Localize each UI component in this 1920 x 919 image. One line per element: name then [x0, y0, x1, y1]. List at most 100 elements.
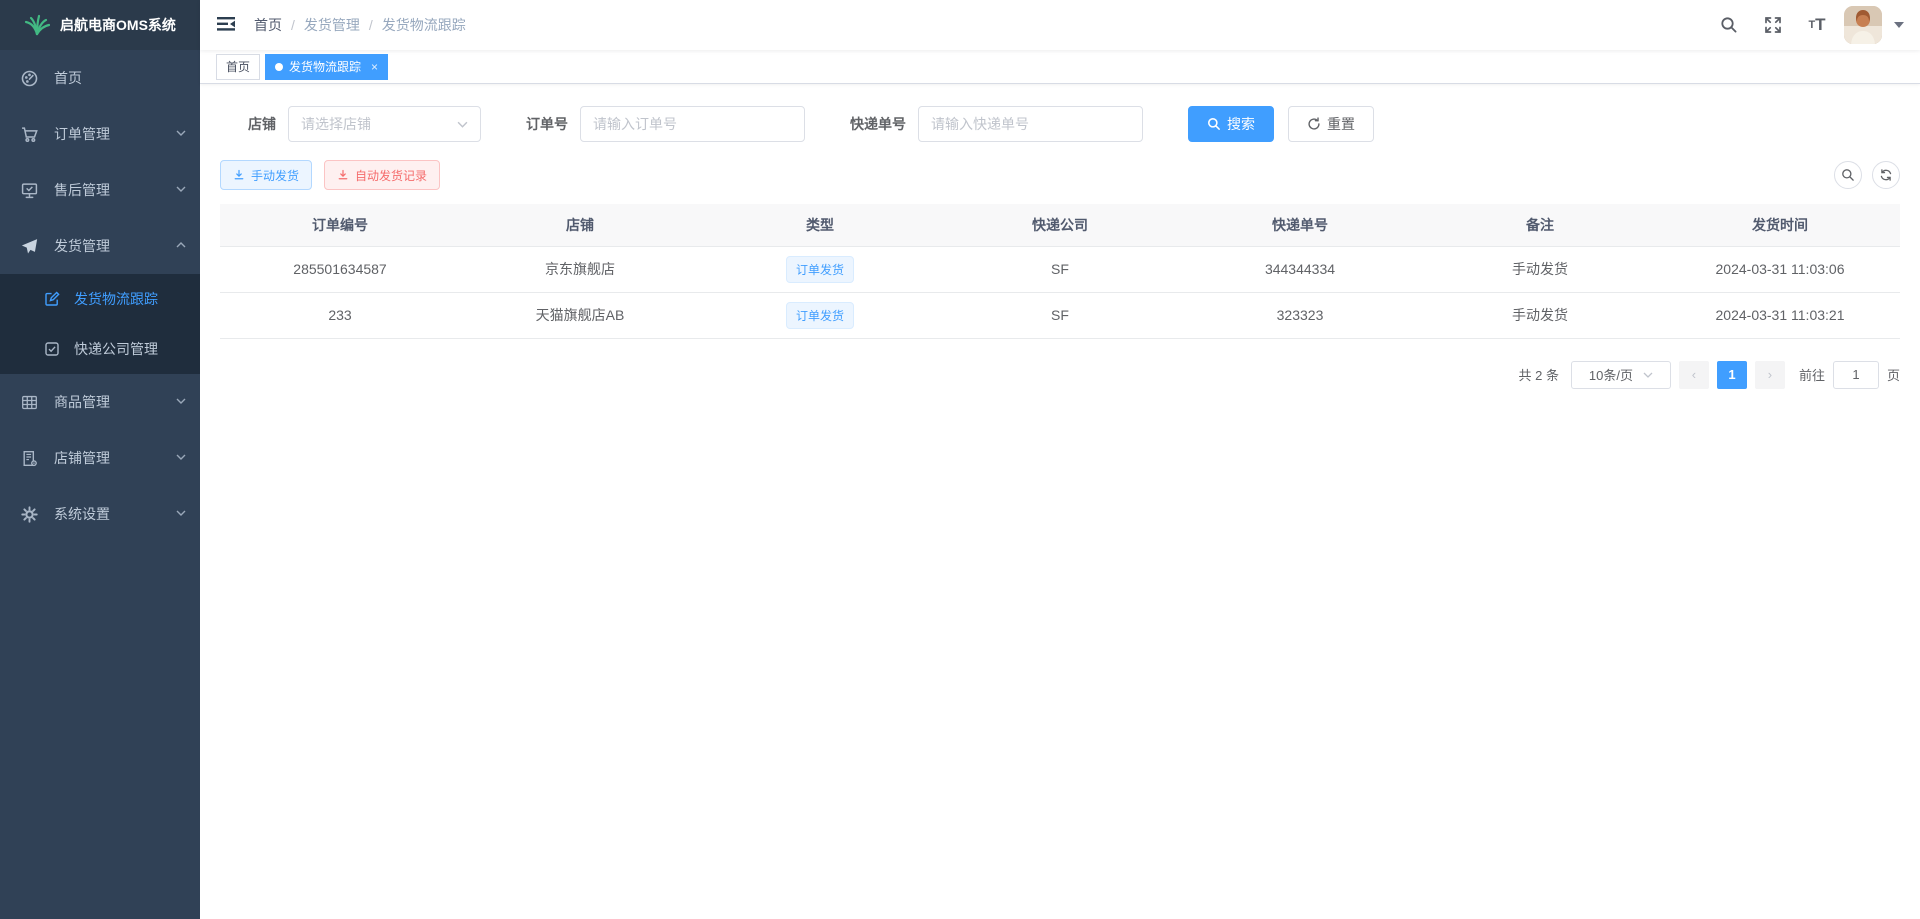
col-courier: 快递公司 — [940, 204, 1180, 246]
cell-courier: SF — [940, 292, 1180, 338]
cell-type: 订单发货 — [700, 246, 940, 292]
cell-ship-time: 2024-03-31 11:03:21 — [1660, 292, 1900, 338]
reset-button[interactable]: 重置 — [1288, 106, 1374, 142]
shipping-table: 订单编号 店铺 类型 快递公司 快递单号 备注 发货时间 28550163458… — [220, 204, 1900, 339]
dashboard-icon — [20, 69, 38, 87]
sidebar-item-aftersale[interactable]: 售后管理 — [0, 162, 200, 218]
sidebar-item-settings[interactable]: 系统设置 — [0, 486, 200, 542]
header-search-icon[interactable] — [1712, 8, 1746, 42]
cell-courier: SF — [940, 246, 1180, 292]
sidebar-item-label: 发货管理 — [54, 236, 110, 256]
chevron-up-icon — [176, 242, 186, 248]
cell-remark: 手动发货 — [1420, 246, 1660, 292]
tag-label: 首页 — [226, 58, 250, 75]
chevron-down-icon — [1643, 372, 1653, 378]
next-page-button[interactable]: › — [1755, 361, 1785, 389]
sidebar-item-label: 售后管理 — [54, 180, 110, 200]
col-tracking-no: 快递单号 — [1180, 204, 1420, 246]
search-icon — [1207, 117, 1221, 131]
sidebar-item-label: 商品管理 — [54, 392, 110, 412]
app-title: 启航电商OMS系统 — [60, 15, 176, 35]
filter-form: 店铺 请选择店铺 订单号 快递单号 — [248, 106, 1900, 142]
table-row[interactable]: 285501634587 京东旗舰店 订单发货 SF 344344334 手动发… — [220, 246, 1900, 292]
breadcrumb-item-home[interactable]: 首页 — [254, 15, 282, 35]
edit-icon — [44, 291, 60, 307]
col-shop: 店铺 — [460, 204, 700, 246]
logo-plant-icon — [24, 14, 50, 36]
cart-icon — [20, 125, 38, 143]
sidebar-item-goods[interactable]: 商品管理 — [0, 374, 200, 430]
tracking-no-filter-label: 快递单号 — [850, 114, 906, 134]
checkbox-icon — [44, 341, 60, 357]
page-number-button[interactable]: 1 — [1717, 361, 1747, 389]
breadcrumb-separator: / — [291, 17, 295, 33]
download-icon — [337, 169, 349, 181]
breadcrumb-separator: / — [369, 17, 373, 33]
chevron-down-icon — [176, 186, 186, 192]
shop-select-placeholder: 请选择店铺 — [301, 114, 371, 134]
sidebar-subitem-label: 快递公司管理 — [74, 339, 158, 359]
chevron-down-icon — [176, 510, 186, 516]
order-no-input[interactable] — [580, 106, 805, 142]
font-size-icon[interactable]: TT — [1800, 8, 1834, 42]
col-order-no: 订单编号 — [220, 204, 460, 246]
breadcrumb-item-shipping: 发货管理 — [304, 15, 360, 35]
search-button-label: 搜索 — [1227, 114, 1255, 134]
sidebar-subitem-courier-company[interactable]: 快递公司管理 — [0, 324, 200, 374]
manual-ship-label: 手动发货 — [251, 167, 299, 184]
tag-close-icon[interactable]: × — [371, 60, 378, 74]
table-header-row: 订单编号 店铺 类型 快递公司 快递单号 备注 发货时间 — [220, 204, 1900, 246]
cell-shop: 天猫旗舰店AB — [460, 292, 700, 338]
cell-type: 订单发货 — [700, 292, 940, 338]
auto-ship-log-button[interactable]: 自动发货记录 — [324, 160, 440, 190]
send-icon — [20, 237, 38, 255]
sidebar-subitem-logistics-tracking[interactable]: 发货物流跟踪 — [0, 274, 200, 324]
page-content: 店铺 请选择店铺 订单号 快递单号 — [200, 84, 1920, 409]
sidebar-item-home[interactable]: 首页 — [0, 50, 200, 106]
navbar-right: TT — [1712, 6, 1904, 44]
tag-home[interactable]: 首页 — [216, 54, 260, 80]
sidebar: 启航电商OMS系统 首页 订单管理 — [0, 0, 200, 919]
sidebar-item-label: 店铺管理 — [54, 448, 110, 468]
sidebar-item-shops[interactable]: 店铺管理 — [0, 430, 200, 486]
sidebar-item-shipping[interactable]: 发货管理 — [0, 218, 200, 274]
goto-label: 前往 — [1799, 365, 1825, 384]
avatar[interactable] — [1844, 6, 1882, 44]
tag-label: 发货物流跟踪 — [289, 58, 361, 75]
chevron-down-icon — [176, 398, 186, 404]
aftersale-icon — [20, 181, 38, 199]
page-size-select[interactable]: 10条/页 — [1571, 361, 1671, 389]
goto-page-group: 前往 页 — [1799, 361, 1900, 389]
refresh-icon — [1307, 117, 1321, 131]
table-search-toggle-icon[interactable] — [1834, 161, 1862, 189]
cell-order-no: 285501634587 — [220, 246, 460, 292]
fullscreen-icon[interactable] — [1756, 8, 1790, 42]
sidebar-item-orders[interactable]: 订单管理 — [0, 106, 200, 162]
sidebar-subitem-label: 发货物流跟踪 — [74, 289, 158, 309]
page-size-value: 10条/页 — [1589, 365, 1633, 384]
type-tag: 订单发货 — [786, 256, 854, 283]
table-row[interactable]: 233 天猫旗舰店AB 订单发货 SF 323323 手动发货 2024-03-… — [220, 292, 1900, 338]
page-unit-label: 页 — [1887, 365, 1900, 384]
app-root: 启航电商OMS系统 首页 订单管理 — [0, 0, 1920, 919]
sidebar-collapse-icon[interactable] — [216, 15, 236, 35]
cell-ship-time: 2024-03-31 11:03:06 — [1660, 246, 1900, 292]
shop-select[interactable]: 请选择店铺 — [288, 106, 481, 142]
app-logo: 启航电商OMS系统 — [0, 0, 200, 50]
cell-remark: 手动发货 — [1420, 292, 1660, 338]
goto-page-input[interactable] — [1833, 361, 1879, 389]
cell-shop: 京东旗舰店 — [460, 246, 700, 292]
tag-logistics-tracking[interactable]: 发货物流跟踪 × — [265, 54, 388, 80]
order-no-filter-label: 订单号 — [526, 114, 568, 134]
chevron-down-icon — [457, 121, 468, 128]
pagination-total: 共 2 条 — [1519, 365, 1559, 384]
shop-filter-label: 店铺 — [248, 114, 276, 134]
manual-ship-button[interactable]: 手动发货 — [220, 160, 312, 190]
avatar-caret-down-icon[interactable] — [1894, 22, 1904, 28]
tracking-no-input[interactable] — [918, 106, 1143, 142]
chevron-down-icon — [176, 454, 186, 460]
prev-page-button[interactable]: ‹ — [1679, 361, 1709, 389]
table-refresh-icon[interactable] — [1872, 161, 1900, 189]
search-button[interactable]: 搜索 — [1188, 106, 1274, 142]
pagination: 共 2 条 10条/页 ‹ 1 › 前往 页 — [220, 361, 1900, 389]
